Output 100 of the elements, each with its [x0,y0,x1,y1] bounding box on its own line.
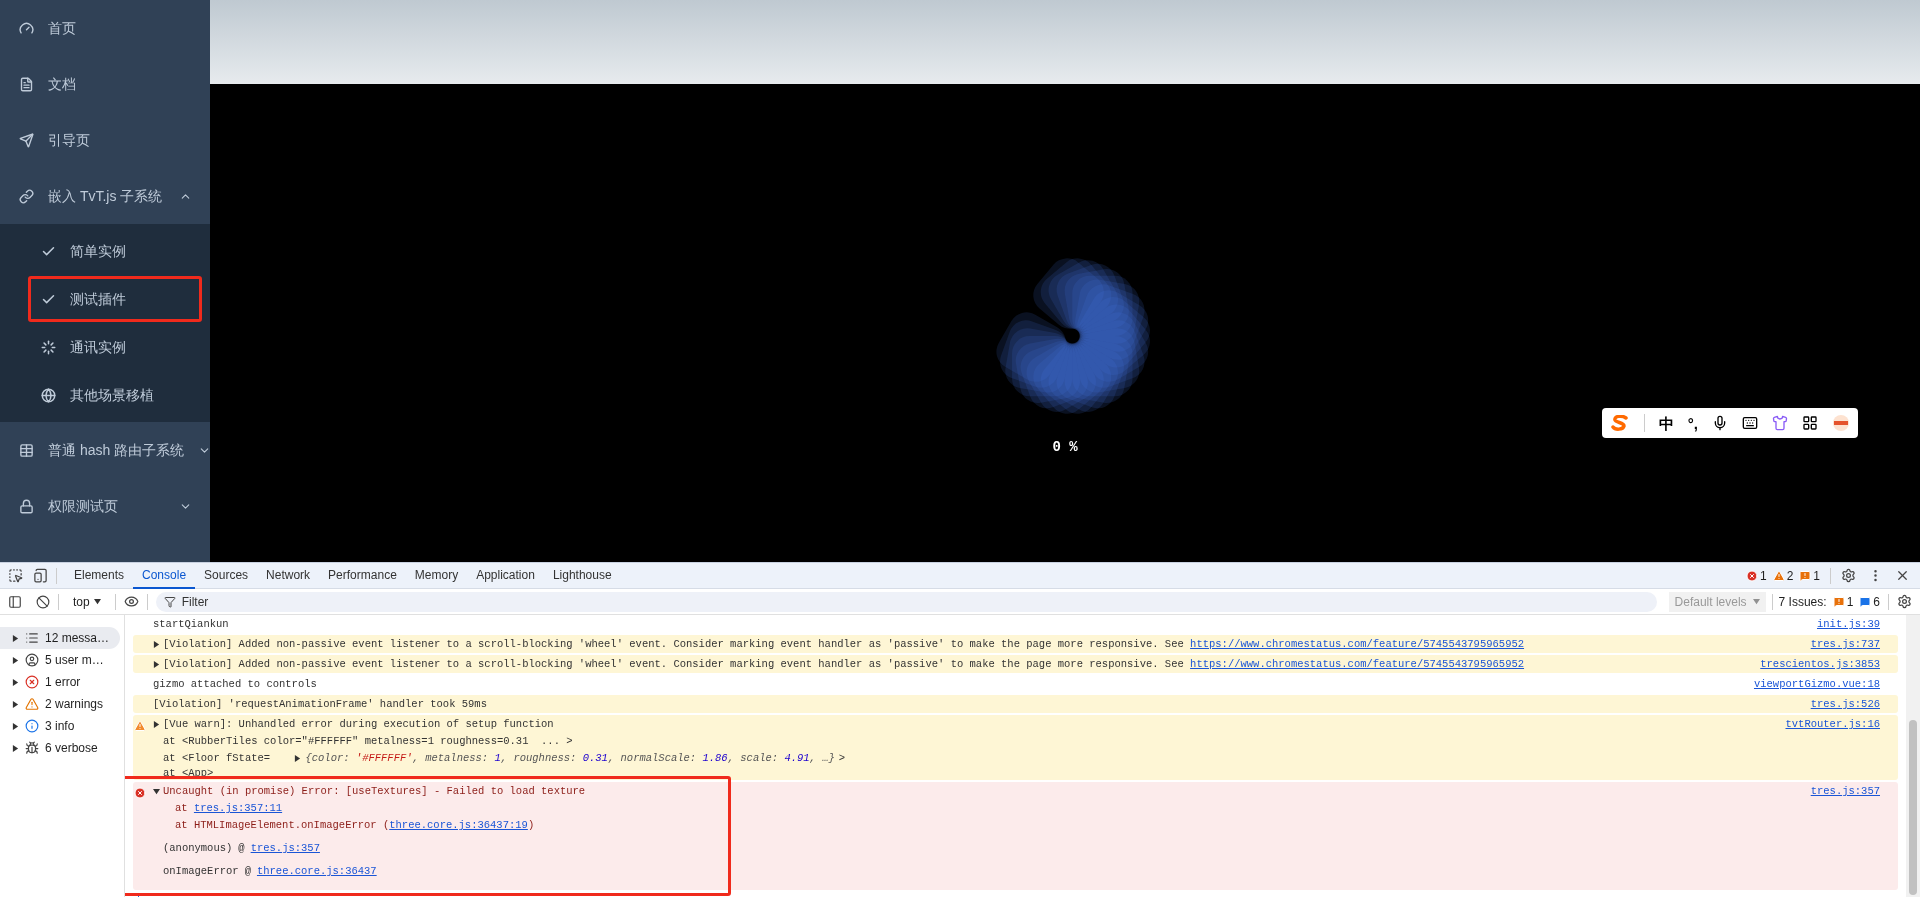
source-link[interactable]: tvtRouter.js:16 [1785,718,1880,730]
menu-label: 普通 hash 路由子系统 [48,440,185,460]
message-group-item[interactable]: 5 user m… [0,649,120,671]
group-label: 3 info [45,718,75,735]
frame-name: (anonymous) [163,841,233,855]
collapsed-caret-icon[interactable] [12,744,19,752]
submenu-item[interactable]: 其他场景移植 [28,372,183,418]
microphone-icon[interactable] [1712,415,1728,431]
frame-name: onImageError [163,864,239,878]
message-group-item[interactable]: 12 messa… [0,627,120,649]
object-preview-close: > [838,751,846,765]
source-link[interactable]: https://www.chromestatus.com/feature/5745543795965952 [1190,658,1525,670]
devtools-tab[interactable]: Memory [405,562,468,589]
group-label: 12 messa… [45,630,110,647]
collapsed-caret-icon[interactable] [12,678,19,686]
source-link[interactable]: init.js:39 [1817,618,1880,630]
group-label: 5 user m… [45,652,104,669]
globe-icon [41,387,56,403]
object-preview[interactable]: {color: '#FFFFFF', metalness: 1, roughness: 0.31, normalScale: 1.86, scale: 4.91, …} [305,751,835,765]
message-group-item[interactable]: 6 verbose [0,737,120,759]
settings-icon[interactable] [1897,594,1912,609]
group-label: 6 verbose [45,740,98,757]
collapsed-caret-icon[interactable] [12,656,19,664]
menu-item[interactable]: 普通 hash 路由子系统 [0,422,210,478]
devtools-tab[interactable]: Performance [319,562,406,589]
log-message: [Violation] Added non-passive event listener to a scroll-blocking 'wheel' event. Consider marking event handler as 'passive' to make the page more responsive. See https://www.chromestatus.com/feature/5745543795965952 [163,657,1525,671]
menu-item[interactable]: 文档 [0,56,210,112]
frame-at: @ [238,841,245,855]
submenu-item[interactable]: 通讯实例 [28,324,183,370]
menu-label: 文档 [48,74,77,94]
collapsed-caret-icon[interactable] [12,722,19,730]
keyboard-icon[interactable] [1742,415,1758,431]
bug-icon [25,741,39,755]
source-link[interactable]: tres.js:526 [1810,698,1880,710]
expanded-caret-icon[interactable] [153,788,160,795]
filter-field[interactable]: Filter [155,591,1657,612]
message-group-item[interactable]: 3 info [0,715,120,737]
menu-item[interactable]: 权限测试页 [0,478,210,534]
source-link[interactable]: three.core.js:36437 [256,864,377,878]
collapsed-caret-icon[interactable] [294,754,302,762]
devtools-tab[interactable]: Network [257,562,320,589]
menu-item[interactable]: 首页 [0,0,210,56]
source-link[interactable]: tres.js:357:11 [193,802,283,814]
issues-label[interactable]: 7 Issues: [1778,592,1827,611]
submenu-label: 简单实例 [70,241,126,261]
eye-icon[interactable] [123,594,139,609]
devtools-tab[interactable]: Elements [65,562,134,589]
devtools-tab[interactable]: Application [467,562,544,589]
collapsed-caret-icon[interactable] [153,721,160,728]
list-icon [25,631,39,645]
log-message: startQiankun [153,617,229,631]
source-link[interactable]: viewportGizmo.vue:18 [1753,678,1880,690]
issue-count[interactable]: 1 [1813,566,1820,585]
clear-icon[interactable] [36,594,50,609]
ime-button[interactable]: °, [1687,415,1698,431]
gauge-icon [19,20,34,36]
s-logo-icon[interactable] [1609,415,1630,431]
menu-item[interactable]: 嵌入 TvT.js 子系统 [0,168,210,224]
menu-item[interactable]: 引导页 [0,112,210,168]
collapsed-caret-icon[interactable] [12,700,19,708]
log-message: Uncaught (in promise) Error: [useTextures] - Failed to load texture [163,784,586,798]
submenu-item[interactable]: 测试插件 [28,276,202,322]
source-link[interactable]: trescientos.js:3853 [1760,658,1880,670]
source-link[interactable]: https://www.chromestatus.com/feature/5745543795965952 [1190,638,1525,650]
inspect-icon[interactable] [8,568,23,583]
collapsed-caret-icon[interactable] [12,634,19,642]
issue-error-count: 1 [1846,593,1854,611]
devtools-tab[interactable]: Lighthouse [543,562,621,589]
scrollbar[interactable] [1906,615,1920,897]
submenu-item[interactable]: 简单实例 [28,228,183,274]
source-link[interactable]: tres.js:357 [250,841,320,855]
ime-button[interactable]: 中 [1658,415,1674,431]
warning-count[interactable]: 2 [1786,566,1794,585]
shirt-icon[interactable] [1772,415,1788,431]
error-icon [25,675,39,689]
settings-icon[interactable] [1841,568,1856,583]
close-icon[interactable] [1895,568,1910,583]
error-count[interactable]: 1 [1759,566,1767,585]
device-icon[interactable] [33,568,48,583]
issue-icon [1832,595,1845,608]
progress-text: 0 % [1052,438,1078,457]
devtools-tab[interactable]: Sources [195,562,258,589]
message-group-item[interactable]: 1 error [0,671,120,693]
context-dropdown[interactable]: top [67,592,107,611]
grid-icon[interactable] [1802,415,1818,431]
source-link[interactable]: tres.js:357 [1810,785,1880,797]
log-message: [Violation] 'requestAnimationFrame' handler took 59ms [153,697,487,711]
collapsed-caret-icon[interactable] [153,661,160,668]
frame-at: @ [244,864,251,878]
source-link[interactable]: tres.js:737 [1810,638,1880,650]
warning-icon [25,697,39,711]
expanded-caret-icon[interactable] [93,598,101,605]
collapsed-caret-icon[interactable] [153,641,160,648]
issue-icon [1799,569,1812,582]
log-message: [Violation] Added non-passive event listener to a scroll-blocking 'wheel' event. Consider marking event handler as 'passive' to make the page more responsive. See https://www.chromestatus.com/feature/5745543795965952 [163,637,1525,651]
message-group-item[interactable]: 2 warnings [0,693,120,715]
group-label: 2 warnings [45,696,104,713]
source-link[interactable]: three.core.js:36437:19 [389,819,528,831]
sidebar-toggle-icon[interactable] [8,594,22,609]
devtools-tab[interactable]: Console [133,562,196,589]
